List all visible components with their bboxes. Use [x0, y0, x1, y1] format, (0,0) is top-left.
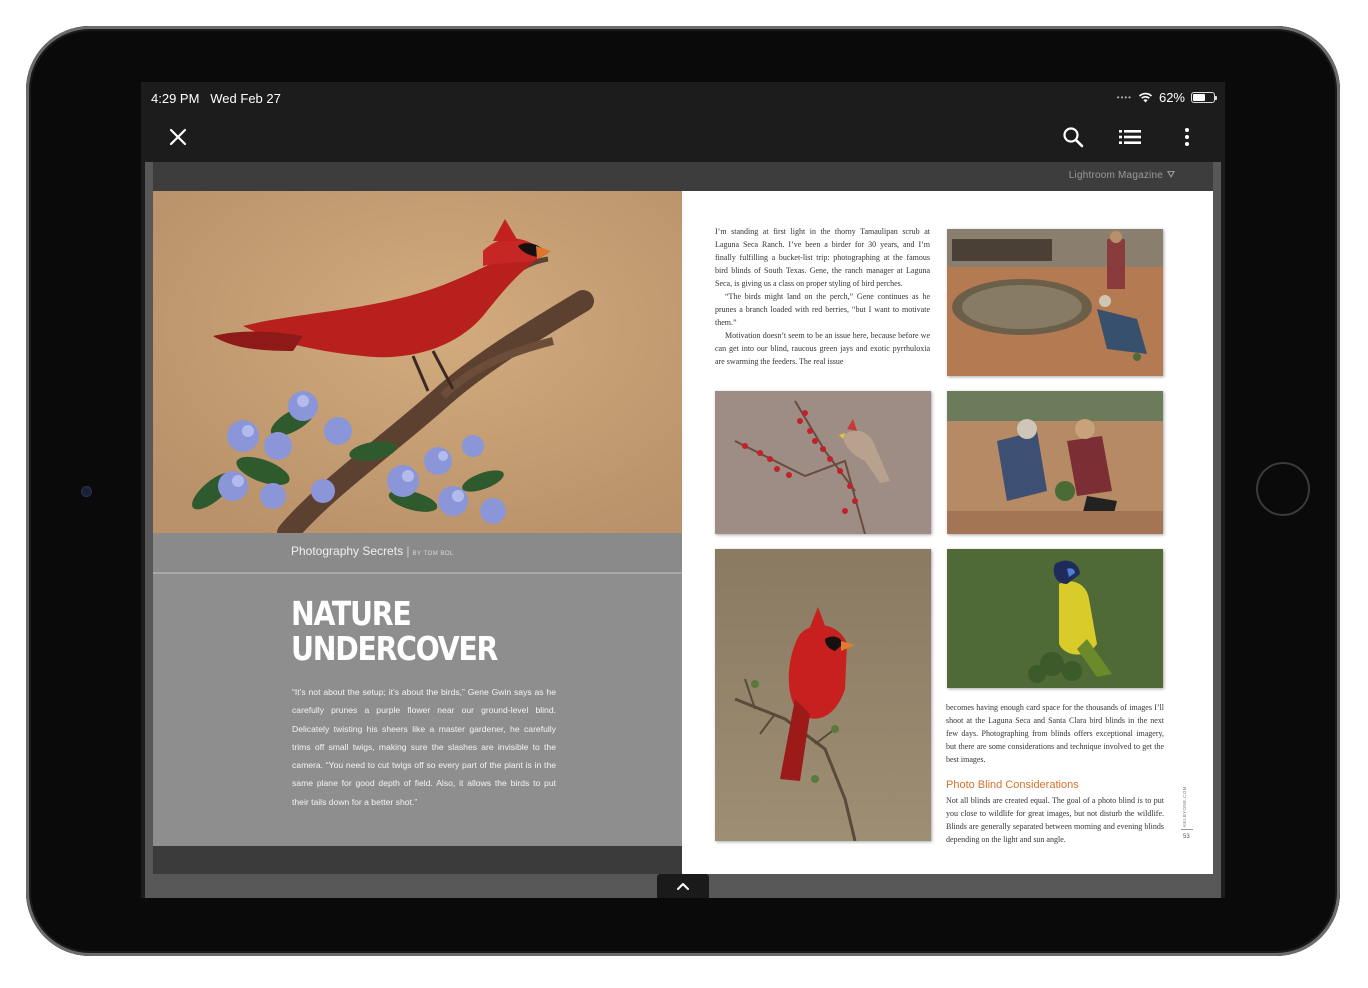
body-paragraph-2: “The birds might land on the perch,” Gen… — [715, 292, 930, 327]
body-column-2: becomes having enough card space for the… — [946, 701, 1164, 766]
more-options-button[interactable] — [1172, 122, 1202, 152]
photo-cardinal-perched — [715, 549, 931, 841]
battery-percent: 62% — [1158, 90, 1185, 105]
search-button[interactable] — [1058, 122, 1088, 152]
body-paragraph-4: becomes having enough card space for the… — [946, 703, 1164, 764]
section-divider: | — [406, 544, 410, 558]
body-column-3: Not all blinds are created equal. The go… — [946, 794, 1164, 846]
battery-icon — [1191, 92, 1217, 103]
expand-thumbnails-button[interactable] — [657, 874, 709, 898]
page-number: 53 — [1183, 834, 1190, 840]
chevron-up-icon — [677, 882, 689, 890]
author-byline: BY TOM BOL — [412, 551, 454, 557]
side-url: KELBYONE.COM — [1181, 777, 1193, 827]
home-button[interactable] — [1256, 462, 1310, 516]
left-page: Photography Secrets | BY TOM BOL NATURE U… — [153, 191, 682, 874]
side-rule — [1181, 829, 1193, 830]
cardinal-on-branch-illustration — [153, 191, 682, 533]
headline-line-2: UNDERCOVER — [291, 629, 498, 668]
status-time-text: 4:29 PM — [151, 91, 200, 106]
section-label: Photography Secrets | BY TOM BOL — [291, 544, 454, 558]
section-strip: Photography Secrets | BY TOM BOL — [153, 533, 682, 574]
status-indicators: •••• 62% — [1116, 90, 1217, 105]
close-button[interactable] — [163, 122, 193, 152]
close-icon — [169, 128, 187, 146]
contents-list-button[interactable] — [1115, 122, 1145, 152]
reader-toolbar — [141, 112, 1225, 162]
right-page: I’m standing at first light in the thorn… — [682, 191, 1213, 874]
subhead-photo-blind: Photo Blind Considerations — [946, 779, 1079, 791]
magazine-logo-icon — [1167, 171, 1175, 178]
status-bar: 4:29 PM Wed Feb 27 •••• 62% — [141, 82, 1225, 112]
photo-gardeners-kneeling — [947, 391, 1163, 534]
magazine-header-bar: Lightroom Magazine — [153, 162, 1213, 191]
headline-line-1: NATURE — [291, 594, 412, 633]
status-date: Wed Feb 27 — [210, 91, 281, 106]
magazine-viewer[interactable]: Lightroom Magazine Photography Secrets |… — [145, 162, 1221, 898]
magazine-title: Lightroom Magazine — [1068, 170, 1163, 181]
body-paragraph-1: I’m standing at first light in the thorn… — [715, 227, 930, 288]
cardinal-perched-illustration — [715, 549, 931, 841]
body-paragraph-3: Motivation doesn’t seem to be an issue h… — [715, 331, 930, 366]
pond-scene-illustration — [947, 229, 1163, 376]
gardeners-illustration — [947, 391, 1163, 534]
section-name: Photography Secrets — [291, 544, 404, 558]
battery-fill — [1193, 94, 1205, 101]
article-headline: NATURE UNDERCOVER — [291, 594, 498, 668]
body-column-1: I’m standing at first light in the thorn… — [715, 225, 930, 368]
more-vertical-icon — [1185, 128, 1189, 146]
photo-pyrrhuloxia-berries — [715, 391, 931, 534]
wifi-icon — [1138, 92, 1153, 103]
photo-pond-gardeners — [947, 229, 1163, 376]
cardinal-hero-photo — [153, 191, 682, 533]
screen: 4:29 PM Wed Feb 27 •••• 62% Lightroom Ma… — [141, 82, 1225, 898]
left-page-footer-bar — [153, 846, 682, 874]
pyrrhuloxia-illustration — [715, 391, 931, 534]
green-jay-illustration — [947, 549, 1163, 688]
article-intro: “It’s not about the setup; it’s about th… — [292, 687, 556, 807]
status-time: 4:29 PM Wed Feb 27 — [151, 91, 281, 106]
side-url-text: KELBYONE.COM — [1182, 786, 1187, 827]
cellular-dots-icon: •••• — [1116, 93, 1132, 102]
photo-green-jay — [947, 549, 1163, 688]
front-camera — [81, 486, 92, 497]
search-icon — [1063, 127, 1084, 148]
list-icon — [1119, 130, 1141, 144]
body-paragraph-5: Not all blinds are created equal. The go… — [946, 796, 1164, 844]
